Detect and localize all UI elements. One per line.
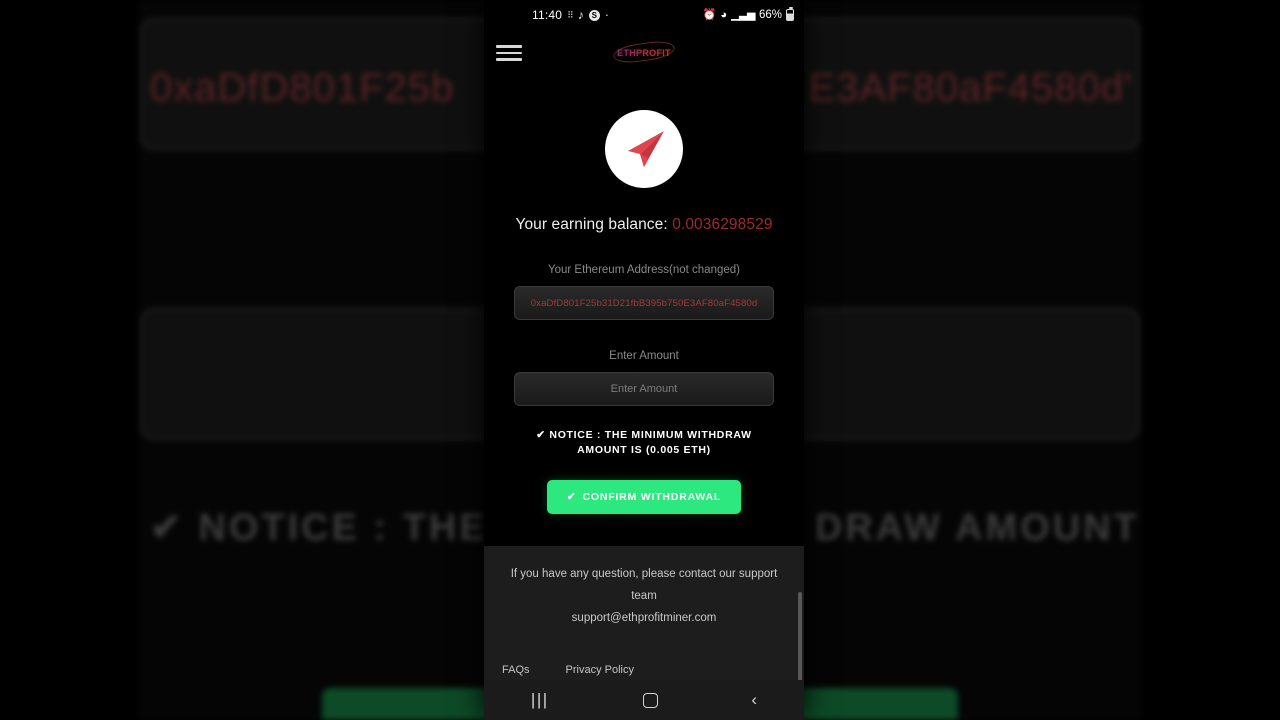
recent-apps-icon[interactable]: ||| bbox=[531, 690, 549, 710]
footer-link-privacy-policy[interactable]: Privacy Policy bbox=[566, 664, 634, 676]
support-email[interactable]: support@ethprofitminer.com bbox=[500, 608, 788, 630]
site-logo[interactable]: ETHPROFIT bbox=[611, 38, 677, 66]
battery-icon bbox=[786, 7, 794, 21]
alarm-icon: ⏰ bbox=[702, 8, 717, 21]
minimum-withdraw-notice: ✔ NOTICE : THE MINIMUM WITHDRAW AMOUNT I… bbox=[536, 429, 752, 457]
logo-swoosh-icon bbox=[612, 38, 676, 66]
withdraw-card: Your earning balance: 0.0036298529 Your … bbox=[484, 76, 804, 546]
footer-link-faqs[interactable]: FAQs bbox=[502, 664, 530, 676]
dot-icon: · bbox=[604, 7, 610, 22]
hamburger-menu-icon[interactable] bbox=[496, 41, 522, 65]
background-right-fill bbox=[1142, 0, 1280, 720]
balance-label: Your earning balance: bbox=[515, 216, 668, 233]
background-notice-left: ✔ NOTICE : THE bbox=[150, 507, 488, 549]
back-icon[interactable]: ‹ bbox=[751, 690, 757, 710]
app-header: ETHPROFIT bbox=[484, 30, 804, 76]
background-left-fill bbox=[0, 0, 138, 720]
status-bar-right: ⏰ ◕ ▁▃▅ 66% bbox=[702, 7, 794, 21]
support-line: If you have any question, please contact… bbox=[510, 568, 778, 602]
dollar-circle-icon: S bbox=[588, 9, 600, 21]
home-icon[interactable] bbox=[642, 692, 658, 708]
clock: 11:40 bbox=[532, 8, 563, 22]
wifi-icon: ◕ bbox=[720, 8, 728, 21]
confirm-withdrawal-button[interactable]: ✔ CONFIRM WITHDRAWAL bbox=[546, 480, 742, 515]
background-notice-right: DRAW AMOUNT bbox=[814, 507, 1140, 549]
confirm-withdrawal-label: CONFIRM WITHDRAWAL bbox=[582, 491, 722, 504]
ethereum-address-input[interactable]: 0xaDfD801F25b31D21fbB395b750E3AF80aF4580… bbox=[514, 286, 774, 320]
battery-percent: 66% bbox=[758, 9, 782, 21]
address-value: 0xaDfD801F25b31D21fbB395b750E3AF80aF4580… bbox=[530, 297, 758, 309]
amount-input[interactable]: Enter Amount bbox=[514, 372, 774, 406]
dots-icon: ⠿ bbox=[567, 9, 574, 20]
check-icon: ✔ bbox=[566, 491, 577, 504]
address-label: Your Ethereum Address(not changed) bbox=[547, 264, 740, 276]
tiktok-icon: ♪ bbox=[577, 8, 584, 22]
screen-root: 0xaDfD801F25b E3AF80aF4580d' ✔ NOTICE : … bbox=[0, 0, 1280, 720]
amount-placeholder: Enter Amount bbox=[610, 383, 678, 395]
status-bar: 11:40 ⠿ ♪ S · ⏰ ◕ ▁▃▅ 66% bbox=[484, 0, 804, 30]
background-address-left: 0xaDfD801F25b bbox=[150, 66, 455, 110]
balance-value: 0.0036298529 bbox=[672, 216, 773, 233]
footer-links: FAQs Privacy Policy bbox=[500, 664, 788, 676]
paper-plane-icon bbox=[605, 110, 683, 188]
earning-balance: Your earning balance: 0.0036298529 bbox=[515, 216, 772, 234]
signal-icon: ▁▃▅ bbox=[731, 8, 755, 21]
phone-viewport: 11:40 ⠿ ♪ S · ⏰ ◕ ▁▃▅ 66% ETHPROFIT Your… bbox=[484, 0, 804, 720]
android-navigation-bar: ||| ‹ bbox=[484, 680, 804, 720]
background-address-right: E3AF80aF4580d' bbox=[808, 66, 1133, 110]
status-bar-left: 11:40 ⠿ ♪ S · bbox=[494, 8, 609, 22]
amount-label: Enter Amount bbox=[609, 350, 679, 362]
